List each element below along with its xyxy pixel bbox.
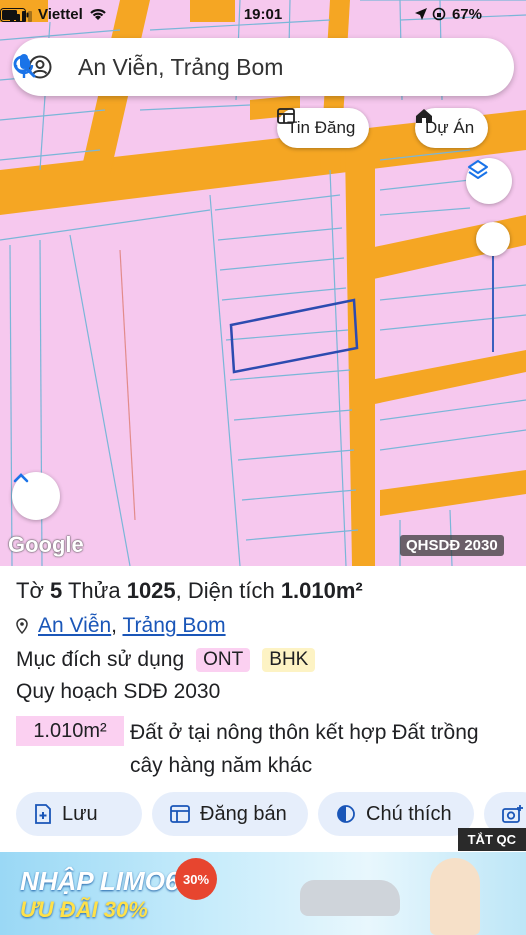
ad-headline: NHẬP LIMO6 ƯU ĐÃI 30% xyxy=(20,866,179,923)
parcel-location: An Viễn, Trảng Bom xyxy=(16,614,226,638)
ad-headline-line1: NHẬP LIMO6 xyxy=(20,866,180,896)
parcel-title: Tờ 5 Thửa 1025, Diện tích 1.010m² xyxy=(16,578,363,603)
purpose-label: Mục đích sử dụng xyxy=(16,648,185,671)
map-view[interactable]: Viettel 19:01 67% An Viễn, Trảng Bom Tin… xyxy=(0,0,526,566)
parcel-info-panel: Tờ 5 Thửa 1025, Diện tích 1.010m² An Viễ… xyxy=(0,566,526,852)
search-bar[interactable]: An Viễn, Trảng Bom xyxy=(12,38,514,96)
orientation-lock-icon xyxy=(432,7,446,21)
google-logo: Google xyxy=(8,532,84,557)
search-input[interactable]: An Viễn, Trảng Bom xyxy=(78,54,283,81)
action-bar: Lưu Đăng bán Chú thích xyxy=(0,792,526,838)
post-sale-button[interactable]: Đăng bán xyxy=(152,792,308,836)
listing-icon xyxy=(170,805,190,823)
district-link[interactable]: Trảng Bom xyxy=(122,614,225,637)
location-pin-icon xyxy=(16,618,28,634)
tag-ont: ONT xyxy=(196,648,251,672)
listings-label: Tin Đăng xyxy=(287,118,356,137)
ad-offer: ƯU ĐÃI 30% xyxy=(20,897,148,922)
legend-button[interactable]: Chú thích xyxy=(318,792,474,836)
plan-label: Quy hoạch SDĐ 2030 xyxy=(16,680,221,703)
save-file-icon xyxy=(35,804,51,824)
location-arrow-icon xyxy=(415,8,427,20)
clock: 19:01 xyxy=(243,6,283,23)
plan-area-box: 1.010m² xyxy=(16,716,124,746)
post-sale-label: Đăng bán xyxy=(200,802,287,825)
listings-icon xyxy=(277,108,295,124)
ad-discount-badge: 30% xyxy=(175,858,217,900)
microphone-icon[interactable] xyxy=(12,52,36,80)
legend-label: Chú thích xyxy=(366,802,452,825)
expand-button[interactable] xyxy=(12,472,60,520)
close-ad-button[interactable]: TẮT QC xyxy=(457,828,526,851)
ad-person-image xyxy=(430,858,480,935)
save-label: Lưu xyxy=(62,802,98,825)
opacity-slider-handle[interactable] xyxy=(476,222,510,256)
status-bar: Viettel 19:01 67% xyxy=(0,0,526,30)
layers-icon xyxy=(468,160,488,179)
ad-car-image xyxy=(300,880,400,916)
battery-percentage: 67% xyxy=(451,6,482,23)
chevron-up-icon xyxy=(13,473,29,483)
listings-chip[interactable]: Tin Đăng xyxy=(277,108,370,148)
layers-button[interactable] xyxy=(466,158,512,204)
location-separator: , xyxy=(111,614,118,637)
home-icon xyxy=(416,109,432,123)
ad-banner[interactable]: NHẬP LIMO6 ƯU ĐÃI 30% 30% xyxy=(0,852,526,935)
add-photo-icon xyxy=(502,805,523,823)
battery-icon xyxy=(0,8,29,22)
contrast-icon xyxy=(337,805,355,823)
tag-bhk: BHK xyxy=(262,648,316,672)
commune-link[interactable]: An Viễn xyxy=(38,614,111,637)
save-button[interactable]: Lưu xyxy=(16,792,142,836)
projects-chip[interactable]: Dự Án xyxy=(415,108,489,148)
plan-layer-badge: QHSDĐ 2030 xyxy=(400,535,504,556)
opacity-slider-track[interactable] xyxy=(492,256,494,352)
land-use-purpose: Mục đích sử dụng ONT BHK xyxy=(16,648,316,672)
plan-description: Đất ở tại nông thôn kết hợp Đất trồng câ… xyxy=(130,721,479,777)
